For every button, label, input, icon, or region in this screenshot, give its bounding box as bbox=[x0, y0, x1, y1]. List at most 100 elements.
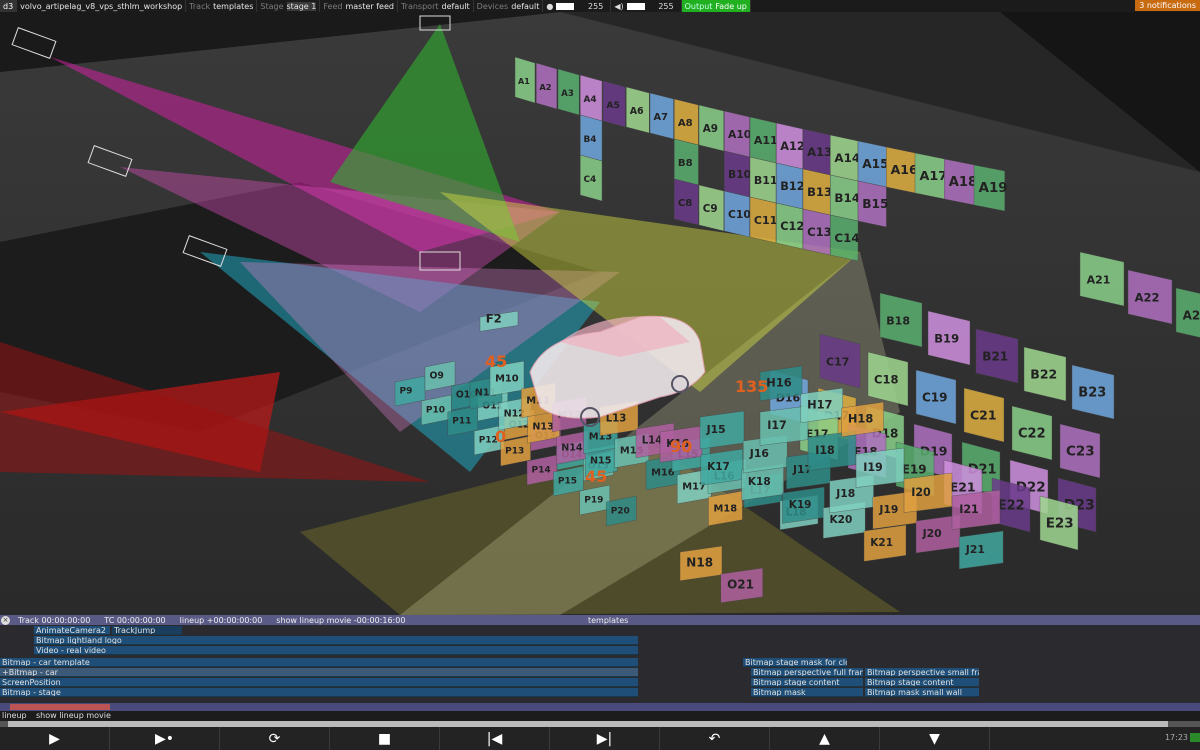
floor-tile-3-0-label: M10 bbox=[495, 373, 519, 384]
wall-tile-b-2-label: B10 bbox=[728, 168, 751, 181]
floor-tile-6-0-label: J15 bbox=[706, 423, 726, 436]
floor-tile-0-2-label: P11 bbox=[452, 416, 471, 426]
floor-tile-6-5-label: J20 bbox=[922, 527, 942, 540]
floor-tile-7-4: I21 bbox=[951, 489, 1001, 530]
layer-screen-position[interactable]: ScreenPosition bbox=[0, 678, 638, 687]
layer-persp-small[interactable]: Bitmap perspective small frame bbox=[865, 668, 979, 677]
tc-time: TC 00:00:00:00 bbox=[104, 615, 166, 625]
app-logo[interactable]: d3 bbox=[0, 0, 18, 12]
wall-tile-a-10-label: A11 bbox=[754, 134, 778, 147]
play-icon: ▶ bbox=[49, 730, 60, 747]
layer-stage-mask-cloth[interactable]: Bitmap stage mask for cloth bbox=[743, 658, 847, 667]
floor-tile-7-1-label: I18 bbox=[815, 444, 835, 457]
layer-stage-content-right[interactable]: Bitmap stage content bbox=[865, 678, 979, 687]
layer-persp-full[interactable]: Bitmap perspective full frame bbox=[751, 668, 863, 677]
devices-value: default bbox=[511, 1, 540, 11]
floor-tile-8-2-label: H18 bbox=[848, 411, 873, 425]
notifications-badge[interactable]: 3 notifications bbox=[1135, 0, 1200, 11]
loop-button[interactable]: ⟳ bbox=[220, 727, 330, 750]
right-wall-tile-1-0-label: B18 bbox=[886, 314, 910, 327]
floor-tile-6-6: J21 bbox=[959, 530, 1004, 570]
wall-tile-a-15-label: A16 bbox=[891, 162, 918, 177]
layer-bitmap-logo[interactable]: Bitmap lightland logo bbox=[34, 636, 638, 645]
close-icon[interactable]: × bbox=[1, 615, 10, 625]
wall-tile-c-4: C11 bbox=[749, 196, 777, 244]
wall-tile-a-6-label: A7 bbox=[654, 112, 669, 123]
floor-tile-7-3-label: I20 bbox=[911, 486, 931, 499]
return-to-start-button[interactable]: |◀ bbox=[440, 727, 550, 750]
wall-tile-a-16: A17 bbox=[914, 152, 947, 200]
wall-tile-a-1: A2 bbox=[536, 62, 558, 110]
up-button[interactable]: ▲ bbox=[770, 727, 880, 750]
back-button[interactable]: ↶ bbox=[660, 727, 770, 750]
floor-tile-7-2: I19 bbox=[855, 447, 905, 488]
right-wall-tile-4-3-label: E21 bbox=[950, 479, 976, 494]
layer-mask-small-wall[interactable]: Bitmap mask small wall bbox=[865, 688, 979, 697]
devices-selector[interactable]: Devices default bbox=[474, 0, 544, 12]
layer-video-real[interactable]: Video - real video bbox=[34, 646, 638, 655]
floor-tile-5-5-label: K21 bbox=[870, 537, 893, 549]
play-button[interactable]: ▶ bbox=[0, 727, 110, 750]
floor-tile-9-0-label: F2 bbox=[486, 312, 502, 326]
track-selector[interactable]: Track templates bbox=[186, 0, 258, 12]
layer-bitmap-stage[interactable]: Bitmap - stage bbox=[0, 688, 638, 697]
play-to-end-button[interactable]: ▶• bbox=[110, 727, 220, 750]
output-fade-button[interactable]: Output Fade up bbox=[681, 0, 751, 12]
transport-label: Transport bbox=[400, 1, 439, 11]
stage-selector[interactable]: Stage stage 1 bbox=[257, 0, 321, 12]
brightness-slider[interactable] bbox=[556, 2, 575, 10]
wall-tile-a-14-label: A15 bbox=[862, 157, 888, 171]
floor-tile-6-4-label: J19 bbox=[878, 503, 898, 516]
floor-tile-5-4-label: K20 bbox=[830, 514, 853, 526]
layer-track-jump[interactable]: TrackJump bbox=[112, 626, 182, 635]
wall-tile-b-6: B14 bbox=[830, 174, 860, 222]
wall-tile-a-11-label: A12 bbox=[780, 140, 804, 153]
floor-tile-1-0-label: O9 bbox=[430, 370, 444, 381]
floor-tile-0-8-label: P20 bbox=[611, 506, 630, 516]
wall-tile-b-7: B15 bbox=[857, 180, 889, 228]
stage-scene: A1A2A3A4 A5A6A7A8 A9 A10 A11 A12 A13 A14 A15 A16 A… bbox=[0, 12, 1200, 615]
track-value: templates bbox=[213, 1, 254, 11]
wall-tile-c-7-label: C14 bbox=[834, 231, 859, 245]
skip-to-end-button[interactable]: ▶| bbox=[550, 727, 660, 750]
floor-tile-5-1: K17 bbox=[700, 448, 743, 486]
layer-bitmap-car[interactable]: +Bitmap - car bbox=[0, 668, 638, 677]
wall-tile-a-4: A5 bbox=[602, 80, 626, 128]
lineup-value: show lineup movie bbox=[36, 711, 111, 720]
right-wall-tile-2-2-label: C19 bbox=[922, 390, 948, 404]
down-button[interactable]: ▼ bbox=[880, 727, 990, 750]
floor-tile-6-1-label: J16 bbox=[749, 447, 769, 460]
stop-button[interactable]: ■ bbox=[330, 727, 440, 750]
clock: 17:23 bbox=[1164, 733, 1188, 742]
wall-tile-a-13: A14 bbox=[830, 134, 860, 182]
project-name-text: volvo_artipelag_v8_vps_sthlm_workshop bbox=[20, 1, 183, 11]
wall-tile-b-2: B10 bbox=[724, 150, 751, 198]
transport-selector[interactable]: Transport default bbox=[398, 0, 474, 12]
layer-mask[interactable]: Bitmap mask bbox=[751, 688, 863, 697]
feed-label: Feed bbox=[323, 1, 343, 11]
feed-selector[interactable]: Feed master feed bbox=[320, 0, 398, 12]
project-name[interactable]: volvo_artipelag_v8_vps_sthlm_workshop bbox=[17, 0, 187, 12]
layer-animate-camera[interactable]: AnimateCamera2 bbox=[34, 626, 110, 635]
output-value: Fade up bbox=[715, 1, 747, 11]
stage-3d-viewport[interactable]: A1 A2 A3 A4 A5 A6 A7 A8 A9 A10 A11 A12 A13 A14 A15 A16 A… bbox=[0, 12, 1200, 615]
wall-tile-c-6: C13 bbox=[802, 208, 832, 256]
floor-tile-7-0-label: I17 bbox=[767, 419, 787, 432]
timeline-panel: × Track 00:00:00:00 TC 00:00:00:00 lineu… bbox=[0, 615, 1200, 727]
layer-bitmap-car-template[interactable]: Bitmap - car template bbox=[0, 658, 638, 667]
lineup-row[interactable]: lineup show lineup movie bbox=[0, 711, 1200, 721]
right-wall-tile-1-4-label: B23 bbox=[1078, 385, 1106, 400]
timeline-title: templates bbox=[588, 615, 629, 625]
right-wall-tile-1-3-label: B22 bbox=[1030, 366, 1057, 381]
wall-tile-a-16-label: A17 bbox=[919, 169, 947, 184]
volume-control[interactable]: ◀) 255 bbox=[611, 0, 682, 12]
layer-stage-content-left[interactable]: Bitmap stage content bbox=[751, 678, 863, 687]
brightness-control[interactable]: ● 255 bbox=[543, 0, 612, 12]
floor-tile-10-1-label: O21 bbox=[727, 577, 754, 591]
timeline-ruler[interactable] bbox=[0, 703, 1200, 711]
wall-tile-a-12: A13 bbox=[802, 128, 832, 176]
show-time: show lineup movie -00:00:16:00 bbox=[276, 615, 406, 625]
wall-tile-b-7-label: B15 bbox=[862, 197, 888, 211]
wall-tile-a-5-label: A6 bbox=[630, 106, 644, 117]
volume-slider[interactable] bbox=[626, 2, 645, 10]
